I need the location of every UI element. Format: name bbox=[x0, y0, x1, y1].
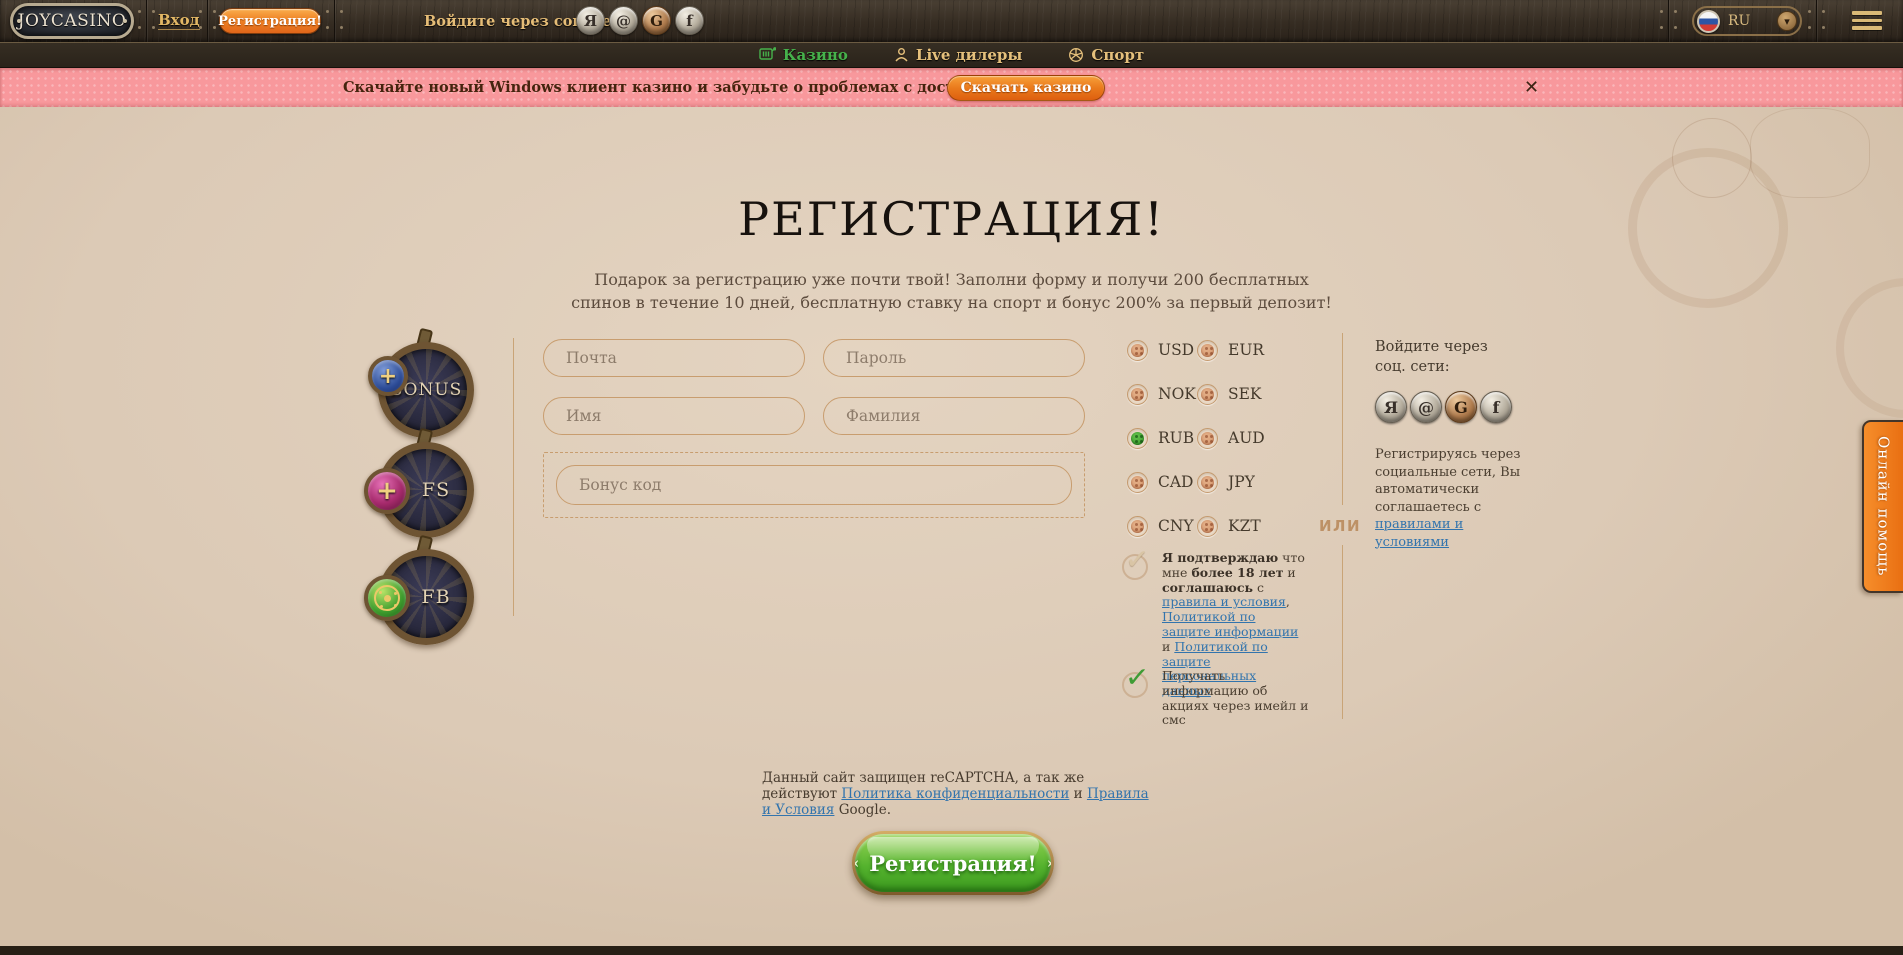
close-icon[interactable]: ✕ bbox=[1524, 68, 1539, 107]
submit-button[interactable]: ‹ Регистрация! › bbox=[852, 831, 1054, 895]
topbar-divider bbox=[207, 0, 208, 42]
yandex-icon[interactable]: Я bbox=[1375, 391, 1407, 423]
radio-icon bbox=[1127, 472, 1148, 493]
freebet-badge: FB bbox=[378, 549, 474, 645]
radio-icon-selected bbox=[1127, 428, 1148, 449]
currency-option-usd[interactable]: USD bbox=[1127, 340, 1197, 361]
online-help-tab[interactable]: Онлайн помощь bbox=[1862, 420, 1903, 593]
tab-live-dealers[interactable]: Live дилеры bbox=[894, 46, 1023, 64]
banner-text: Скачайте новый Windows клиент казино и з… bbox=[343, 68, 997, 107]
menu-icon[interactable] bbox=[1852, 11, 1882, 34]
currency-option-kzt[interactable]: KZT bbox=[1197, 516, 1267, 537]
facebook-icon[interactable]: f bbox=[1480, 391, 1512, 423]
currency-option-nok[interactable]: NOK bbox=[1127, 384, 1197, 405]
yandex-icon[interactable]: Я bbox=[576, 6, 605, 35]
radio-icon bbox=[1127, 384, 1148, 405]
tab-sport[interactable]: Спорт bbox=[1068, 46, 1144, 64]
radio-icon bbox=[1127, 516, 1148, 537]
radio-icon bbox=[1197, 384, 1218, 405]
currency-option-jpy[interactable]: JPY bbox=[1197, 472, 1267, 493]
bonus-badge: BONUS + bbox=[378, 342, 474, 438]
language-selector[interactable]: RU ▾ bbox=[1692, 6, 1802, 36]
checkbox-promo[interactable]: ✓ bbox=[1122, 672, 1148, 698]
topbar-divider bbox=[1816, 0, 1817, 42]
footer-strip bbox=[0, 946, 1903, 955]
recaptcha-notice: Данный сайт защищен reCAPTCHA, а так же … bbox=[762, 770, 1150, 818]
currency-grid: USD EUR NOK SEK RUB AUD CAD JPY CNY KZT bbox=[1127, 328, 1267, 548]
or-label: ИЛИ bbox=[1314, 517, 1366, 535]
sketch-decor bbox=[1672, 118, 1752, 198]
facebook-icon[interactable]: f bbox=[675, 6, 704, 35]
topbar-social-icons: Я @ G f bbox=[576, 6, 704, 35]
mailru-icon[interactable]: @ bbox=[1410, 391, 1442, 423]
language-code: RU bbox=[1728, 13, 1750, 29]
page-title: РЕГИСТРАЦИЯ! bbox=[0, 192, 1903, 246]
firstname-field[interactable] bbox=[543, 397, 805, 435]
download-banner: Скачайте новый Windows клиент казино и з… bbox=[0, 68, 1903, 107]
currency-option-rub[interactable]: RUB bbox=[1127, 428, 1197, 449]
registration-page: JOYCASINO Вход Регистрация! Войдите чере… bbox=[0, 0, 1903, 955]
currency-option-cny[interactable]: CNY bbox=[1127, 516, 1197, 537]
mailru-icon[interactable]: @ bbox=[609, 6, 638, 35]
social-column-icons: Я @ G f bbox=[1375, 391, 1512, 423]
lastname-field[interactable] bbox=[823, 397, 1085, 435]
radio-icon bbox=[1197, 340, 1218, 361]
topbar-divider bbox=[146, 0, 147, 42]
social-column-note: Регистрируясь через социальные сети, Вы … bbox=[1375, 446, 1527, 551]
download-casino-button[interactable]: Скачать казино bbox=[947, 75, 1105, 101]
slot-machine-icon bbox=[759, 47, 776, 63]
social-column-title: Войдите через соц. сети: bbox=[1375, 338, 1511, 377]
tab-casino[interactable]: Казино bbox=[759, 46, 848, 64]
google-icon[interactable]: G bbox=[1445, 391, 1477, 423]
bonus-code-field[interactable] bbox=[556, 465, 1072, 505]
topbar-divider bbox=[334, 0, 335, 42]
logo[interactable]: JOYCASINO bbox=[10, 3, 134, 39]
freespins-badge: FS + bbox=[378, 442, 474, 538]
nav-bar: Казино Live дилеры Спорт bbox=[0, 42, 1903, 68]
password-field[interactable] bbox=[823, 339, 1085, 377]
register-button[interactable]: Регистрация! bbox=[219, 8, 321, 34]
currency-option-eur[interactable]: EUR bbox=[1197, 340, 1267, 361]
currency-option-aud[interactable]: AUD bbox=[1197, 428, 1267, 449]
terms-link[interactable]: правила и условия bbox=[1162, 594, 1286, 609]
plus-orb-icon: + bbox=[368, 356, 408, 396]
radio-icon bbox=[1197, 516, 1218, 537]
top-bar: JOYCASINO Вход Регистрация! Войдите чере… bbox=[0, 0, 1903, 42]
radio-icon bbox=[1127, 340, 1148, 361]
privacy-policy-link[interactable]: Политика конфиденциальности bbox=[841, 786, 1069, 802]
form-left-divider bbox=[513, 338, 514, 616]
soccer-orb-icon bbox=[364, 575, 410, 621]
currency-option-sek[interactable]: SEK bbox=[1197, 384, 1267, 405]
or-divider-top bbox=[1342, 333, 1343, 505]
checkbox-age-confirm[interactable]: ✓ bbox=[1122, 554, 1148, 580]
login-link[interactable]: Вход bbox=[158, 11, 200, 30]
arrow-left-icon: ‹ bbox=[855, 854, 859, 872]
check-icon: ✓ bbox=[1124, 541, 1151, 577]
russia-flag-icon bbox=[1697, 10, 1720, 33]
topbar-divider bbox=[1668, 0, 1669, 42]
logo-text: JOYCASINO bbox=[18, 11, 127, 31]
arrow-right-icon: › bbox=[1047, 854, 1051, 872]
soccer-ball-icon bbox=[1068, 47, 1084, 63]
google-icon[interactable]: G bbox=[642, 6, 671, 35]
sketch-decor bbox=[1750, 108, 1870, 198]
or-divider-bottom bbox=[1342, 545, 1343, 719]
promo-text: Получать информацию об акциях через имей… bbox=[1162, 669, 1314, 728]
chevron-down-icon[interactable]: ▾ bbox=[1777, 11, 1797, 31]
social-terms-link[interactable]: правилами и условиями bbox=[1375, 517, 1463, 550]
email-field[interactable] bbox=[543, 339, 805, 377]
plus-orb-icon: + bbox=[364, 468, 410, 514]
dealer-person-icon bbox=[894, 47, 909, 63]
info-policy-link[interactable]: Политикой по защите информации bbox=[1162, 609, 1298, 639]
radio-icon bbox=[1197, 472, 1218, 493]
page-subtitle: Подарок за регистрацию уже почти твой! З… bbox=[0, 268, 1903, 314]
check-icon: ✓ bbox=[1124, 659, 1151, 695]
radio-icon bbox=[1197, 428, 1218, 449]
currency-option-cad[interactable]: CAD bbox=[1127, 472, 1197, 493]
